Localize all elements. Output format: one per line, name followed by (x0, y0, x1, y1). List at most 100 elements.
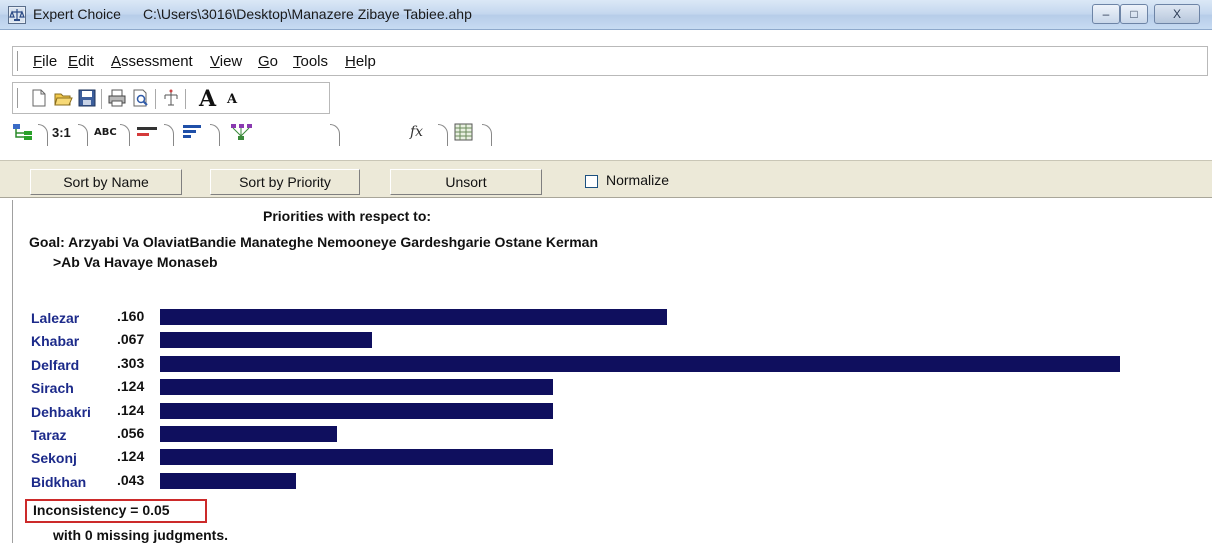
missing-judgments: with 0 missing judgments. (53, 527, 229, 543)
menu-grip[interactable] (17, 51, 20, 71)
font-increase-icon[interactable]: A (199, 86, 216, 112)
tab-priorities[interactable] (182, 122, 204, 146)
menu-file-rest: ile (42, 53, 58, 70)
priority-value: .303 (117, 354, 145, 371)
toolbar: A A (12, 82, 330, 114)
alternative-name[interactable]: Taraz (31, 427, 67, 443)
tab-divider (438, 124, 448, 146)
priority-value: .067 (117, 331, 145, 348)
priority-value: .160 (117, 308, 145, 324)
priority-value: .124 (117, 448, 145, 465)
priority-bar (160, 309, 667, 325)
toolbar-separator (155, 89, 157, 109)
font-decrease-icon[interactable]: A (227, 92, 237, 107)
tab-divider (38, 124, 48, 146)
priority-bar (160, 402, 553, 419)
menu-assessment-mnemonic: A (111, 53, 122, 70)
app-logo-icon (8, 6, 26, 24)
normalize-label: Normalize (606, 172, 670, 188)
synthesis-tree-icon (231, 124, 252, 140)
app-name: Expert Choice (33, 6, 121, 22)
graphical-bars-icon (137, 127, 157, 136)
tab-verbal[interactable]: ABC (94, 127, 117, 151)
menu-edit[interactable]: Edit (68, 53, 94, 70)
save-icon[interactable] (77, 88, 97, 108)
tab-divider (78, 124, 88, 146)
menu-tools-mnemonic: T (293, 53, 301, 70)
menu-edit-rest: dit (78, 53, 94, 70)
menu-edit-mnemonic: E (68, 53, 79, 70)
file-path: C:\Users\3016\Desktop\Manazere Zibaye Ta… (142, 6, 472, 22)
menu-go-rest: o (269, 53, 279, 70)
priority-bar (160, 379, 553, 396)
menu-view-rest: iew (219, 53, 243, 70)
menu-view[interactable]: View (210, 53, 242, 70)
maximize-button[interactable]: □ (1120, 4, 1148, 24)
toolbar-grip[interactable] (17, 88, 20, 108)
tab-formula[interactable]: fx (410, 124, 423, 148)
priority-bar (160, 355, 1120, 372)
menu-tools-rest: ools (300, 53, 329, 70)
tab-divider (330, 124, 340, 146)
toolbar-separator (185, 89, 187, 109)
tab-divider (482, 124, 492, 146)
menu-help-rest: elp (355, 53, 376, 70)
sort-bar: Sort by Name Sort by Priority Unsort Nor… (0, 160, 1212, 198)
alternative-name[interactable]: Dehbakri (31, 404, 91, 420)
window-title: Expert Choice C:\Users\3016\Desktop\Manaz… (33, 6, 472, 22)
priority-bar (160, 426, 337, 442)
close-button[interactable]: X (1154, 4, 1200, 24)
alternative-name[interactable]: Khabar (31, 333, 79, 349)
tab-divider (120, 124, 130, 146)
priority-bar (160, 449, 553, 466)
alternative-name[interactable]: Sirach (31, 380, 74, 396)
data-grid-icon (454, 123, 473, 141)
normalize-checkbox[interactable] (585, 175, 598, 188)
priorities-heading: Priorities with respect to: (263, 208, 432, 224)
menu-help-mnemonic: H (345, 53, 356, 70)
goal-label: Goal: Arzyabi Va OlaviatBandie Manateghe… (29, 234, 599, 250)
tab-data-grid[interactable] (454, 122, 474, 146)
toolbar-separator (101, 89, 103, 109)
alternative-name[interactable]: Delfard (31, 357, 79, 373)
app-window: Expert Choice C:\Users\3016\Desktop\Manaz… (0, 0, 1212, 543)
title-bar[interactable]: Expert Choice C:\Users\3016\Desktop\Manaz… (0, 0, 1212, 30)
menu-assessment-rest: ssessment (121, 53, 193, 70)
alternative-name[interactable]: Bidkhan (31, 474, 86, 490)
tab-model-view[interactable] (12, 122, 36, 146)
tab-synthesis[interactable] (230, 122, 254, 146)
menu-file-mnemonic: F (33, 53, 43, 70)
priority-bar (160, 332, 372, 349)
sort-by-priority-button[interactable]: Sort by Priority (210, 169, 360, 195)
alternative-name[interactable]: Lalezar (31, 310, 79, 326)
minimize-button[interactable]: – (1092, 4, 1120, 24)
tab-pairwise[interactable]: 3:1 (52, 125, 71, 149)
tree-icon[interactable] (161, 88, 181, 108)
menu-assessment[interactable]: Assessment (111, 53, 193, 70)
priority-value: .124 (117, 401, 145, 418)
tab-divider (210, 124, 220, 146)
print-icon[interactable] (107, 88, 127, 108)
tab-graphical[interactable] (136, 122, 158, 146)
menu-tools[interactable]: Tools (293, 53, 328, 70)
unsort-button[interactable]: Unsort (390, 169, 542, 195)
menu-go[interactable]: Go (258, 53, 278, 70)
menu-view-mnemonic: V (210, 53, 220, 70)
menu-file[interactable]: File (33, 53, 57, 70)
print-preview-icon[interactable] (131, 88, 151, 108)
tab-divider (164, 124, 174, 146)
mode-tab-strip: 3:1 ABC fx (12, 116, 612, 150)
hierarchy-icon (13, 124, 32, 140)
menu-help[interactable]: Help (345, 53, 376, 70)
sort-by-name-button[interactable]: Sort by Name (30, 169, 182, 195)
menu-bar: File Edit Assessment View Go Tools Help (12, 46, 1208, 76)
priorities-panel: Priorities with respect to: Goal: Arzyab… (12, 200, 1208, 543)
inconsistency-ratio: Inconsistency = 0.05 (33, 502, 170, 518)
alternative-name[interactable]: Sekonj (31, 450, 77, 466)
node-label: >Ab Va Havaye Monaseb (53, 254, 218, 270)
open-folder-icon[interactable] (53, 88, 73, 108)
priority-value: .124 (117, 378, 145, 395)
priority-value: .056 (117, 425, 145, 441)
new-file-icon[interactable] (29, 88, 49, 108)
priority-value: .043 (117, 471, 145, 488)
